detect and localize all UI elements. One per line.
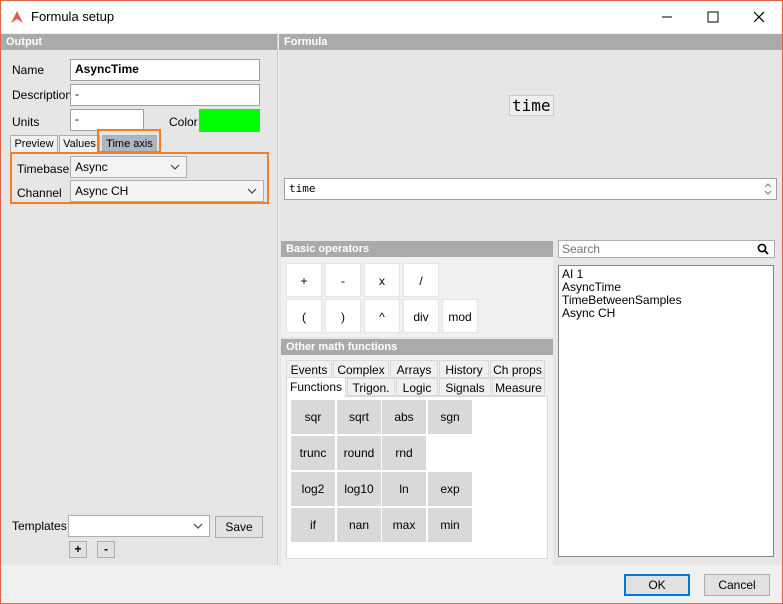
channel-value: Async CH	[75, 184, 129, 198]
function-max-button[interactable]: max	[382, 508, 426, 542]
minimize-icon	[662, 16, 672, 18]
formula-setup-window: Formula setup Output Name AsyncTime Desc…	[0, 0, 783, 604]
formula-header: Formula	[279, 34, 782, 50]
tab-events[interactable]: Events	[286, 360, 332, 378]
tab-signals[interactable]: Signals	[439, 378, 491, 396]
tab-arrays[interactable]: Arrays	[390, 360, 438, 378]
minimize-button[interactable]	[644, 1, 690, 33]
add-template-button[interactable]: +	[69, 541, 87, 558]
templates-label: Templates	[12, 519, 67, 533]
function-nan-button[interactable]: nan	[337, 508, 381, 542]
tab-history[interactable]: History	[439, 360, 489, 378]
units-label: Units	[12, 115, 40, 129]
basic-operators-header: Basic operators	[281, 241, 553, 257]
app-logo-icon	[11, 11, 23, 23]
tab-measure[interactable]: Measure	[492, 378, 545, 396]
operator-power-button[interactable]: ^	[364, 299, 400, 333]
function-min-button[interactable]: min	[428, 508, 472, 542]
function-trunc-button[interactable]: trunc	[291, 436, 335, 470]
tab-values[interactable]: Values	[59, 135, 100, 153]
name-label: Name	[12, 63, 45, 77]
search-icon[interactable]	[757, 243, 769, 255]
function-rnd-button[interactable]: rnd	[382, 436, 426, 470]
templates-select[interactable]	[68, 515, 210, 537]
window-title: Formula setup	[31, 9, 115, 24]
description-input[interactable]: -	[70, 84, 260, 106]
channel-list: AI 1 AsyncTime TimeBetweenSamples Async …	[558, 265, 774, 557]
close-icon	[753, 11, 765, 23]
description-label: Description	[12, 88, 73, 102]
chevron-down-icon	[193, 523, 203, 529]
function-sgn-button[interactable]: sgn	[428, 400, 472, 434]
ok-button[interactable]: OK	[624, 574, 690, 596]
function-exp-button[interactable]: exp	[428, 472, 472, 506]
operator-divide-button[interactable]: /	[403, 263, 439, 297]
function-log10-button[interactable]: log10	[337, 472, 381, 506]
function-log2-button[interactable]: log2	[291, 472, 335, 506]
function-sqrt-button[interactable]: sqrt	[337, 400, 381, 434]
chevron-down-icon	[247, 188, 257, 194]
output-header: Output	[1, 34, 277, 50]
operator-plus-button[interactable]: +	[286, 263, 322, 297]
operator-multiply-button[interactable]: x	[364, 263, 400, 297]
cancel-button[interactable]: Cancel	[704, 574, 770, 596]
spin-arrows-icon[interactable]	[763, 181, 773, 197]
name-input[interactable]: AsyncTime	[70, 59, 260, 81]
operator-minus-button[interactable]: -	[325, 263, 361, 297]
channel-search-input[interactable]	[558, 240, 775, 258]
color-label: Color	[169, 115, 198, 129]
other-math-header: Other math functions	[281, 339, 553, 355]
function-sqr-button[interactable]: sqr	[291, 400, 335, 434]
formula-preview: time	[509, 95, 554, 116]
timebase-select[interactable]: Async	[70, 156, 187, 178]
timebase-label: Timebase	[17, 162, 70, 176]
timebase-value: Async	[75, 160, 108, 174]
list-item[interactable]: Async CH	[559, 307, 773, 320]
tab-complex[interactable]: Complex	[333, 360, 389, 378]
save-button[interactable]: Save	[215, 516, 263, 538]
tab-logic[interactable]: Logic	[396, 378, 438, 396]
color-swatch[interactable]	[199, 109, 260, 132]
maximize-icon	[707, 11, 719, 23]
channel-label: Channel	[17, 186, 62, 200]
function-ln-button[interactable]: ln	[382, 472, 426, 506]
remove-template-button[interactable]: -	[97, 541, 115, 558]
operator-close-paren-button[interactable]: )	[325, 299, 361, 333]
formula-input[interactable]: time	[284, 178, 777, 200]
operator-open-paren-button[interactable]: (	[286, 299, 322, 333]
chevron-down-icon	[170, 164, 180, 170]
close-button[interactable]	[736, 1, 782, 33]
units-input[interactable]: -	[70, 109, 144, 131]
tab-ch-props[interactable]: Ch props	[490, 360, 545, 378]
function-if-button[interactable]: if	[291, 508, 335, 542]
tab-trigon[interactable]: Trigon.	[347, 378, 395, 396]
title-bar: Formula setup	[1, 1, 782, 33]
tab-preview[interactable]: Preview	[10, 135, 58, 153]
function-round-button[interactable]: round	[337, 436, 381, 470]
function-abs-button[interactable]: abs	[382, 400, 426, 434]
maximize-button[interactable]	[690, 1, 736, 33]
time-axis-highlight	[97, 129, 161, 153]
operator-div-button[interactable]: div	[403, 299, 439, 333]
operator-mod-button[interactable]: mod	[442, 299, 478, 333]
tab-functions[interactable]: Functions	[286, 377, 346, 397]
channel-select[interactable]: Async CH	[70, 180, 264, 202]
panel-divider	[277, 34, 278, 565]
